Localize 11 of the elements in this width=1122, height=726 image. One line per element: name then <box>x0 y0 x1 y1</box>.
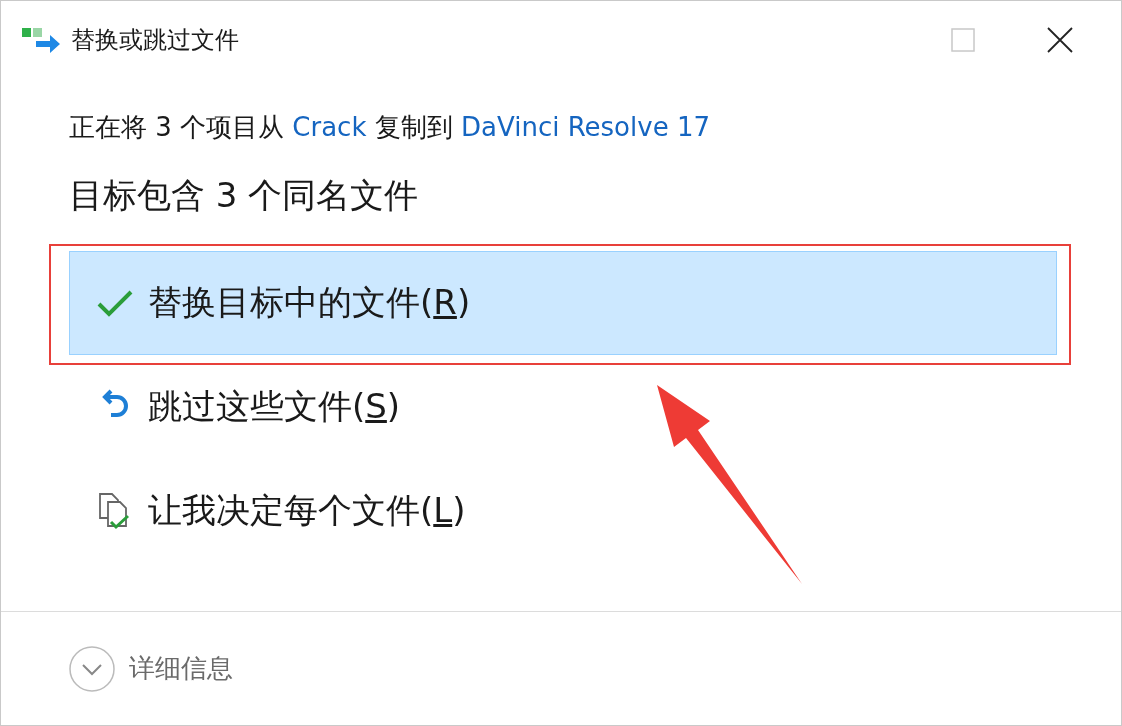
option-button[interactable]: 替换目标中的文件(R) <box>69 251 1057 355</box>
close-button[interactable] <box>1047 27 1073 53</box>
folder-link[interactable]: Crack <box>292 112 367 142</box>
conflict-heading: 目标包含 3 个同名文件 <box>69 174 420 217</box>
window-title: 替换或跳过文件 <box>71 25 239 56</box>
details-toggle[interactable]: 详细信息 <box>69 645 233 692</box>
copy-status-text: 正在将 3 个项目从 Crack 复制到 DaVinci Resolve 17 <box>69 111 711 144</box>
folder-link[interactable]: DaVinci Resolve 17 <box>461 112 710 142</box>
copy-files-icon <box>22 26 62 54</box>
checkmark-icon <box>96 289 134 317</box>
chevron-down-icon <box>69 645 115 692</box>
